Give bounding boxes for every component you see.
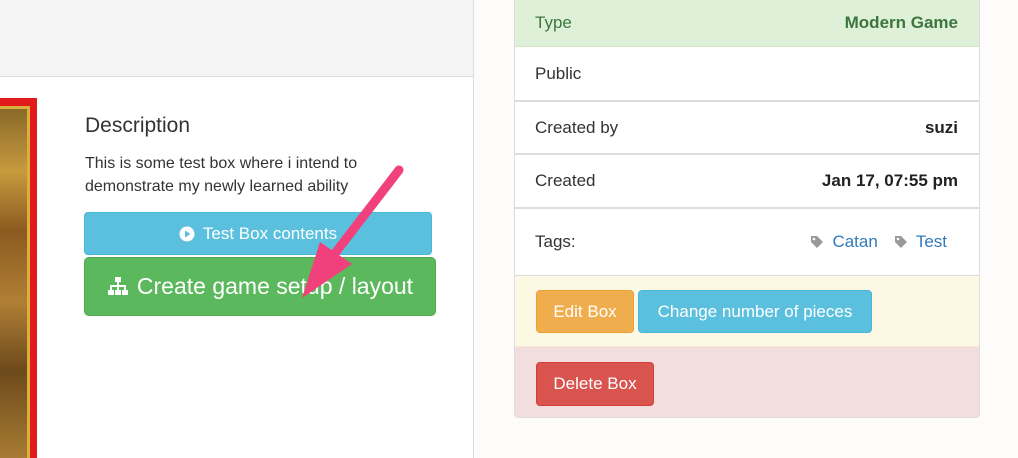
created-row: Created Jan 17, 07:55 pm <box>515 155 979 209</box>
public-label: Public <box>535 63 582 83</box>
danger-actions-row: Delete Box <box>515 347 979 417</box>
tag-icon <box>810 235 824 249</box>
play-circle-icon <box>179 226 195 242</box>
test-box-contents-button[interactable]: Test Box contents <box>84 212 432 255</box>
public-row: Public <box>515 47 979 102</box>
tag-label: Test <box>915 232 947 251</box>
create-game-setup-label: Create game setup / layout <box>136 273 414 299</box>
box-cover-image <box>0 98 37 458</box>
description-heading: Description <box>85 114 191 137</box>
edit-box-button[interactable]: Edit Box <box>536 290 634 333</box>
box-info-card: Type Modern Game Public Created by suzi … <box>514 0 980 418</box>
tag-catan[interactable]: Catan <box>810 232 878 252</box>
created-value: Jan 17, 07:55 pm <box>821 171 958 190</box>
type-label: Type <box>535 13 572 32</box>
created-by-label: Created by <box>535 117 619 137</box>
delete-box-button[interactable]: Delete Box <box>536 362 654 406</box>
sitemap-icon <box>107 276 129 297</box>
cover-artwork <box>0 106 30 458</box>
top-bar <box>0 0 473 77</box>
tag-icon <box>894 235 908 249</box>
tags-row: Tags: Catan Test <box>515 209 979 276</box>
tag-list: Catan Test <box>810 232 958 252</box>
box-actions-row: Edit Box Change number of pieces <box>515 276 979 347</box>
created-by-row: Created by suzi <box>515 102 979 155</box>
test-box-contents-label: Test Box contents <box>202 223 338 243</box>
tag-label: Catan <box>832 232 878 251</box>
box-details-panel: Description This is some test box where … <box>0 0 474 458</box>
type-value: Modern Game <box>844 13 958 32</box>
created-label: Created <box>535 171 596 190</box>
change-number-of-pieces-button[interactable]: Change number of pieces <box>638 290 872 333</box>
create-game-setup-button[interactable]: Create game setup / layout <box>84 257 436 316</box>
tags-label: Tags: <box>535 232 576 251</box>
created-by-value: suzi <box>924 117 958 137</box>
description-text: This is some test box where i intend to … <box>85 155 358 195</box>
tag-test[interactable]: Test <box>894 232 947 252</box>
type-row: Type Modern Game <box>515 0 979 47</box>
